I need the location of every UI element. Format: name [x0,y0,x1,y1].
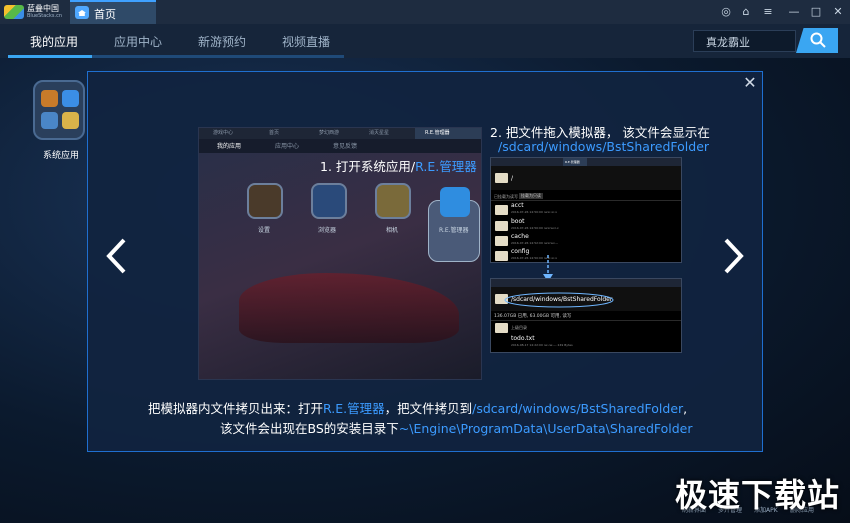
fm2-storage: 136.07GB 已用, 63.00GB 可用, 读写 [494,314,572,319]
car-wallpaper [239,273,459,343]
search-icon [810,32,826,48]
home-icon [75,6,89,19]
camera-icon [62,112,79,129]
logo-subtitle: BlueStacks.cn [27,13,63,19]
maximize-icon[interactable]: □ [808,4,824,20]
folder-icon [495,173,508,183]
re-manager-label: R.E.管理器 [439,227,469,234]
shot-tab-bar: 游戏中心 首页 梦幻西游 消灭星星 R.E.管理器 [199,128,481,139]
folder-icon [495,251,508,261]
prev-arrow-icon[interactable] [104,236,128,276]
fm1-tab-active: R.E.管理器 [563,158,587,166]
fm2-file-meta: 2016-08-17 14:22:00 rw-rw---- 249 Bytes [511,343,573,347]
title-bar: 蓝叠中国 BlueStacks.cn 首页 ◎ ⌂ ≡ — □ ✕ [0,0,850,24]
fm1-item-meta: 2016-07-26 14:50:00 rwxr-xr-x [511,210,558,214]
step2-line2: /sdcard/windows/BstSharedFolder [498,139,710,154]
tab-home-label: 首页 [94,8,116,21]
shot-nav: 我的应用 [217,143,242,150]
shot-app-label: 浏览器 [318,227,337,234]
watermark: 极速下载站 [675,476,841,514]
footer-line2: 该文件会出现在BS的安装目录下~\Engine\ProgramData\User… [220,421,693,436]
shot-tab-re-active: R.E.管理器 [415,128,481,139]
menu-icon[interactable]: ≡ [760,4,776,20]
fm1-item-meta: 2016-07-26 14:52:00 rwxrwx--- [511,241,558,245]
close-window-icon[interactable]: ✕ [830,4,846,20]
next-arrow-icon[interactable] [722,236,746,276]
fm2-tab-bar [491,279,681,287]
bluestacks-logo-icon [4,5,24,19]
browser-icon [62,90,79,107]
close-icon[interactable]: ✕ [742,75,758,91]
system-apps-label: 系统应用 [43,151,80,161]
shot-app-label: 设置 [258,227,271,234]
divider [491,200,681,201]
system-apps-icon[interactable] [33,80,85,140]
shot-nav: 应用中心 [275,143,300,150]
fm1-item-name: boot [511,218,525,225]
shot-settings-icon [247,183,283,219]
search-input[interactable]: 真龙霸业 [693,30,796,52]
fm2-file-name: todo.txt [511,335,535,342]
shot-desktop: 设置 浏览器 相机 [199,153,481,379]
minimize-icon[interactable]: — [786,4,802,20]
gift-icon[interactable]: ⌂ [738,4,754,20]
re-manager-icon [440,187,470,217]
fm1-path-bar: / [491,166,681,190]
tab-live-video[interactable]: 视频直播 [282,33,330,50]
footer-line1: 把模拟器内文件拷贝出来：打开R.E.管理器，把文件拷贝到/sdcard/wind… [148,401,688,416]
fm1-item-name: config [511,248,530,255]
shot-camera-icon [375,183,411,219]
shot-browser-icon [311,183,347,219]
tab-new-games[interactable]: 新游预约 [198,33,246,50]
divider [491,320,681,321]
fm1-mount-button: 挂载为只读 [519,193,543,199]
folder-icon [495,205,508,215]
shot-tab: 梦幻西游 [319,130,340,136]
shot-nav-bar: 我的应用 应用中心 意见反馈 [199,139,481,153]
shot-tab: 游戏中心 [213,130,234,136]
step1-text: 1. 打开系统应用/R.E.管理器 [320,159,477,174]
file-manager-screenshot-2: /sdcard/windows/BstSharedFolder 136.07GB… [490,278,682,353]
account-icon[interactable]: ◎ [718,4,734,20]
shot-app-label: 相机 [386,227,399,234]
tab-my-apps[interactable]: 我的应用 [30,33,78,50]
tab-app-center[interactable]: 应用中心 [114,33,162,50]
fm1-item-name: cache [511,233,529,240]
shot-nav: 意见反馈 [333,143,358,150]
fm1-item-name: acct [511,202,524,209]
file-manager-icon [41,112,58,129]
fm1-item-meta: 2016-07-26 14:50:00 rwxrwxr-x [511,226,559,230]
fm1-tab-bar: R.E.管理器 [491,158,681,166]
folder-icon [495,236,508,246]
fm1-path: / [511,175,514,182]
tab-home[interactable]: 首页 [70,0,156,24]
folder-icon [495,221,508,231]
app-logo: 蓝叠中国 BlueStacks.cn [4,3,64,21]
fm2-path-bar: /sdcard/windows/BstSharedFolder [491,287,681,311]
folder-icon [495,323,508,333]
fm2-up: 上级目录 [511,325,527,330]
file-manager-screenshot-1: R.E.管理器 / 已挂载为读写 挂载为只读 acct 2016-07-26 1… [490,157,682,263]
path-highlight-ellipse [504,292,614,308]
shot-tab: 消灭星星 [369,130,390,136]
settings-icon [41,90,58,107]
shot-tab-re: R.E.管理器 [425,130,450,136]
shot-tab: 首页 [269,130,280,136]
